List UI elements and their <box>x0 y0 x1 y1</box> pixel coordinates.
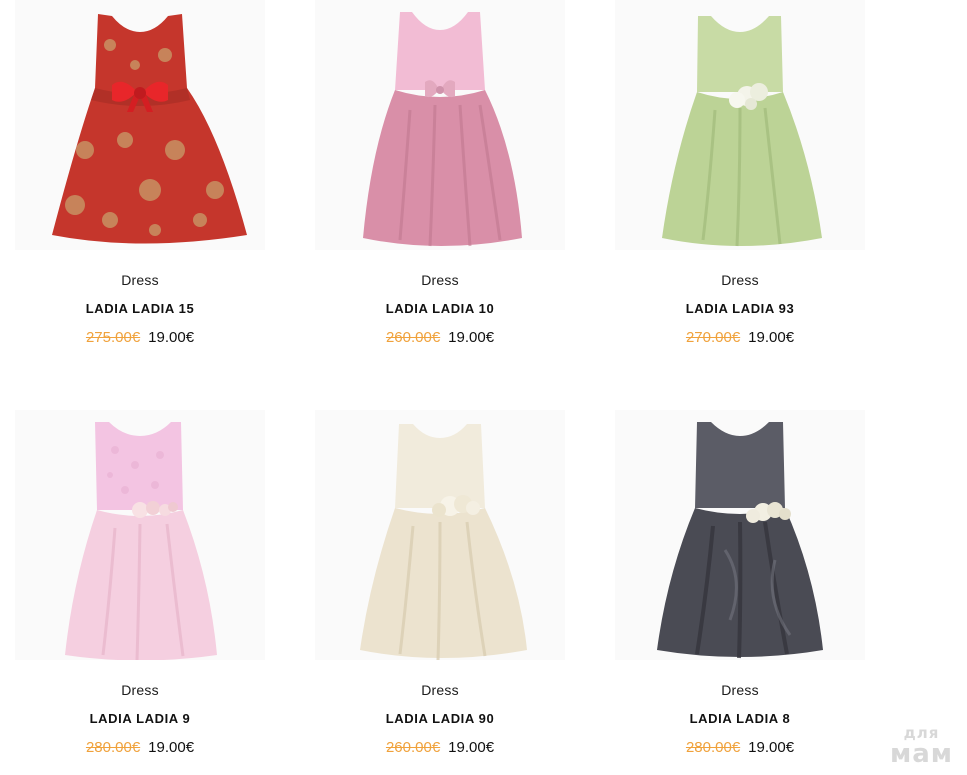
product-price: 260.00€ 19.00€ <box>315 739 565 756</box>
product-price: 280.00€ 19.00€ <box>615 739 865 756</box>
sale-price: 19.00€ <box>148 329 195 346</box>
watermark-bottom-text: мам <box>889 739 953 769</box>
sale-price: 19.00€ <box>448 739 495 756</box>
sale-price: 19.00€ <box>748 739 795 756</box>
product-grid: Dress LADIA LADIA 15 275.00€ 19.00€ Dress… <box>0 0 967 775</box>
old-price: 280.00€ <box>85 739 141 756</box>
product-image-ivory-dress[interactable] <box>315 410 565 660</box>
product-category: Dress <box>121 682 159 698</box>
product-name[interactable]: LADIA LADIA 9 <box>15 711 265 726</box>
product-price: 275.00€ 19.00€ <box>15 329 265 346</box>
product-price: 270.00€ 19.00€ <box>615 329 865 346</box>
product-price: 260.00€ 19.00€ <box>315 329 565 346</box>
old-price: 280.00€ <box>685 739 741 756</box>
product-image-red-dress[interactable] <box>15 0 265 250</box>
product-image-light-pink-dress[interactable] <box>15 410 265 660</box>
old-price: 260.00€ <box>385 739 441 756</box>
old-price: 260.00€ <box>385 329 441 346</box>
product-name[interactable]: LADIA LADIA 8 <box>615 711 865 726</box>
product-category: Dress <box>721 682 759 698</box>
product-name[interactable]: LADIA LADIA 93 <box>615 301 865 316</box>
old-price: 275.00€ <box>85 329 141 346</box>
product-price: 280.00€ 19.00€ <box>15 739 265 756</box>
product-image-grey-dress[interactable] <box>615 410 865 660</box>
product-category: Dress <box>421 682 459 698</box>
old-price: 270.00€ <box>685 329 741 346</box>
product-category: Dress <box>121 272 159 288</box>
watermark-logo: для мам <box>889 726 953 769</box>
sale-price: 19.00€ <box>148 739 195 756</box>
product-image-pink-dress[interactable] <box>315 0 565 250</box>
product-category: Dress <box>421 272 459 288</box>
product-name[interactable]: LADIA LADIA 90 <box>315 711 565 726</box>
product-name[interactable]: LADIA LADIA 10 <box>315 301 565 316</box>
sale-price: 19.00€ <box>748 329 795 346</box>
sale-price: 19.00€ <box>448 329 495 346</box>
product-category: Dress <box>721 272 759 288</box>
product-image-green-dress[interactable] <box>615 0 865 250</box>
product-name[interactable]: LADIA LADIA 15 <box>15 301 265 316</box>
